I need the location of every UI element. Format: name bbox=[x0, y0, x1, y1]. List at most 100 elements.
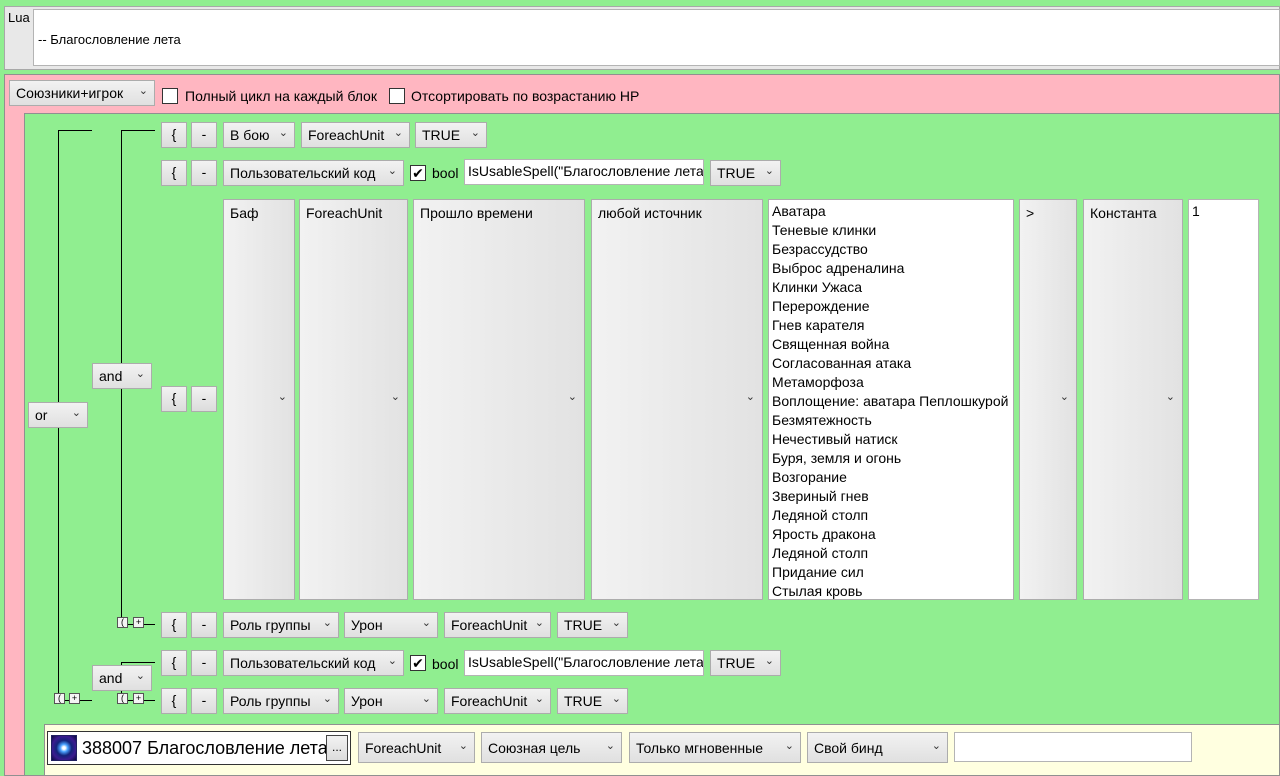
chevron-down-icon: ⌄ bbox=[764, 655, 774, 667]
remove-button[interactable]: - bbox=[191, 122, 217, 148]
time-select[interactable]: Прошло времени ⌄ bbox=[413, 199, 585, 600]
value-type-select[interactable]: Константа ⌄ bbox=[1083, 199, 1183, 600]
bind-select[interactable]: Свой бинд ⌄ bbox=[807, 732, 948, 763]
condition-select[interactable]: Роль группы ⌄ bbox=[223, 688, 339, 714]
spell-list-item[interactable]: Ледяной столп bbox=[772, 506, 1013, 525]
add-condition-button[interactable]: + bbox=[69, 693, 80, 704]
unit-select[interactable]: ForeachUnit ⌄ bbox=[444, 688, 551, 714]
group-button[interactable]: { bbox=[161, 612, 187, 638]
chevron-down-icon: ⌄ bbox=[421, 617, 431, 629]
group-button[interactable]: { bbox=[161, 160, 187, 186]
chevron-down-icon: ⌄ bbox=[138, 85, 148, 97]
spell-list-item[interactable]: Выброс адреналина bbox=[772, 259, 1013, 278]
spell-browse-button[interactable]: ... bbox=[326, 735, 348, 761]
cast-type-select[interactable]: Только мгновенные ⌄ bbox=[629, 732, 801, 763]
group-button[interactable]: { bbox=[161, 122, 187, 148]
unit-select[interactable]: ForeachUnit ⌄ bbox=[444, 612, 551, 638]
spell-list-item[interactable]: Безрассудство bbox=[772, 240, 1013, 259]
add-condition-button[interactable]: + bbox=[133, 693, 144, 704]
add-condition-button[interactable]: + bbox=[133, 617, 144, 628]
operator-select[interactable]: > ⌄ bbox=[1019, 199, 1077, 600]
spell-list-item[interactable]: Гнев карателя bbox=[772, 316, 1013, 335]
role-select[interactable]: Урон ⌄ bbox=[344, 688, 438, 714]
spell-list-item[interactable]: Теневые клинки bbox=[772, 221, 1013, 240]
value-select[interactable]: TRUE ⌄ bbox=[557, 688, 628, 714]
condition-select[interactable]: Пользовательский код ⌄ bbox=[223, 160, 404, 186]
condition-select[interactable]: В бою ⌄ bbox=[223, 122, 295, 148]
spell-list-item[interactable]: Аватара bbox=[772, 202, 1013, 221]
add-group-button[interactable]: ( bbox=[117, 617, 128, 628]
bind-value: Свой бинд bbox=[814, 740, 883, 756]
chevron-down-icon: ⌄ bbox=[390, 391, 400, 403]
value-select[interactable]: TRUE ⌄ bbox=[710, 650, 781, 676]
spell-list-item[interactable]: Буря, земля и огонь bbox=[772, 449, 1013, 468]
and-select[interactable]: and ⌄ bbox=[92, 665, 152, 691]
sort-hp-checkbox[interactable] bbox=[389, 88, 405, 104]
or-select[interactable]: or ⌄ bbox=[28, 402, 88, 428]
chevron-down-icon: ⌄ bbox=[71, 407, 81, 419]
chevron-down-icon: ⌄ bbox=[278, 127, 288, 139]
value-select[interactable]: TRUE ⌄ bbox=[415, 122, 487, 148]
target-select[interactable]: Союзная цель ⌄ bbox=[481, 732, 622, 763]
chevron-down-icon: ⌄ bbox=[135, 368, 145, 380]
unit-select[interactable]: ForeachUnit ⌄ bbox=[358, 732, 475, 763]
spell-list-item[interactable]: Перерождение bbox=[772, 297, 1013, 316]
spell-list-item[interactable]: Метаморфоза bbox=[772, 373, 1013, 392]
constant-input[interactable]: 1 bbox=[1188, 199, 1259, 600]
chevron-down-icon: ⌄ bbox=[931, 740, 941, 752]
tree-line bbox=[58, 130, 92, 131]
spell-list-item[interactable]: Воплощение: аватара Пеплошкурой bbox=[772, 392, 1013, 411]
custom-code-input[interactable]: IsUsableSpell("Благословление лета") bbox=[464, 650, 704, 676]
value-text: TRUE bbox=[717, 655, 756, 671]
chevron-down-icon: ⌄ bbox=[534, 617, 544, 629]
spell-list-item[interactable]: Возгорание bbox=[772, 468, 1013, 487]
add-group-button[interactable]: ( bbox=[117, 693, 128, 704]
add-group-button[interactable]: ( bbox=[54, 693, 65, 704]
remove-button[interactable]: - bbox=[191, 160, 217, 186]
spell-list[interactable]: Аватара Теневые клинки Безрассудство Выброс… bbox=[768, 199, 1014, 600]
value-select[interactable]: TRUE ⌄ bbox=[557, 612, 628, 638]
custom-code-input[interactable]: IsUsableSpell("Благословление лета") bbox=[464, 159, 704, 185]
value-text: TRUE bbox=[422, 127, 461, 143]
unit-select[interactable]: ForeachUnit ⌄ bbox=[299, 199, 408, 600]
and-select[interactable]: and ⌄ bbox=[92, 363, 152, 389]
remove-button[interactable]: - bbox=[191, 612, 217, 638]
source-select[interactable]: любой источник ⌄ bbox=[591, 199, 763, 600]
lua-code-editor[interactable]: -- Благословление лета bbox=[33, 9, 1280, 66]
role-select[interactable]: Урон ⌄ bbox=[344, 612, 438, 638]
group-button[interactable]: { bbox=[161, 386, 187, 412]
spell-list-item[interactable]: Безмятежность bbox=[772, 411, 1013, 430]
spell-list-item[interactable]: Ярость дракона bbox=[772, 525, 1013, 544]
spell-list-item[interactable]: Священная война bbox=[772, 335, 1013, 354]
condition-value: Роль группы bbox=[230, 617, 311, 633]
spell-icon bbox=[51, 735, 77, 761]
condition-select[interactable]: Баф ⌄ bbox=[223, 199, 295, 600]
role-value: Урон bbox=[351, 617, 383, 633]
unit-select[interactable]: ForeachUnit ⌄ bbox=[301, 122, 410, 148]
chevron-down-icon: ⌄ bbox=[745, 391, 755, 403]
group-button[interactable]: { bbox=[161, 650, 187, 676]
spell-list-item[interactable]: Клинки Ужаса bbox=[772, 278, 1013, 297]
time-value: Прошло времени bbox=[420, 205, 533, 221]
spell-list-item[interactable]: Стылая кровь bbox=[772, 582, 1013, 599]
unit-value: ForeachUnit bbox=[451, 693, 528, 709]
spell-list-item[interactable]: Ледяной столп bbox=[772, 544, 1013, 563]
remove-button[interactable]: - bbox=[191, 650, 217, 676]
spell-list-item[interactable]: Придание сил bbox=[772, 563, 1013, 582]
remove-button[interactable]: - bbox=[191, 688, 217, 714]
lua-label: Lua bbox=[8, 10, 30, 25]
value-select[interactable]: TRUE ⌄ bbox=[710, 160, 781, 186]
bool-checkbox[interactable]: ✔ bbox=[410, 655, 426, 671]
remove-button[interactable]: - bbox=[191, 386, 217, 412]
bool-checkbox[interactable]: ✔ bbox=[410, 165, 426, 181]
spell-list-item[interactable]: Согласованная атака bbox=[772, 354, 1013, 373]
condition-select[interactable]: Роль группы ⌄ bbox=[223, 612, 339, 638]
spell-list-item[interactable]: Звериный гнев bbox=[772, 487, 1013, 506]
spell-title: 388007 Благословление лета bbox=[82, 738, 328, 758]
target-select[interactable]: Союзники+игрок ⌄ bbox=[9, 80, 155, 106]
full-cycle-checkbox[interactable] bbox=[162, 88, 178, 104]
bind-input[interactable] bbox=[954, 732, 1192, 762]
spell-list-item[interactable]: Нечестивый натиск bbox=[772, 430, 1013, 449]
group-button[interactable]: { bbox=[161, 688, 187, 714]
condition-select[interactable]: Пользовательский код ⌄ bbox=[223, 650, 404, 676]
